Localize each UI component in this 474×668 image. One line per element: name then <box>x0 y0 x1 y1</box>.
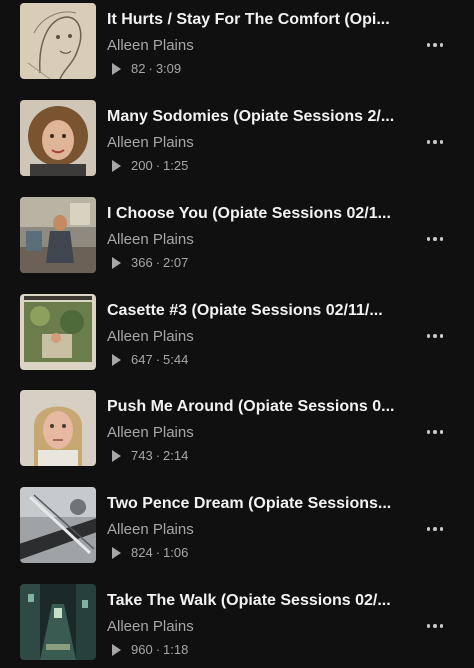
play-count: 824 <box>131 545 153 560</box>
more-icon <box>426 527 431 531</box>
album-art-room[interactable] <box>20 197 96 273</box>
track-stats: 200 · 1:25 <box>112 158 188 173</box>
play-count: 366 <box>131 255 153 270</box>
play-icon <box>112 643 121 656</box>
duration: 2:07 <box>163 255 189 270</box>
more-options-button[interactable] <box>418 324 452 348</box>
album-art-portrait[interactable] <box>20 100 96 176</box>
track-title[interactable]: Take The Walk (Opiate Sessions 02/... <box>107 592 407 610</box>
track-artist[interactable]: Alleen Plains <box>107 521 194 538</box>
album-art-drawing[interactable] <box>20 3 96 79</box>
play-count: 743 <box>131 448 153 463</box>
duration: 2:14 <box>163 448 189 463</box>
track-stats: 743 · 2:14 <box>112 448 188 463</box>
track-row[interactable]: Casette #3 (Opiate Sessions 02/11/... Al… <box>0 294 474 372</box>
separator: · <box>155 255 161 270</box>
separator: · <box>155 352 161 367</box>
album-art-blond-man[interactable] <box>20 390 96 466</box>
duration: 1:18 <box>163 642 189 657</box>
track-row[interactable]: Push Me Around (Opiate Sessions 0... All… <box>0 390 474 468</box>
more-options-button[interactable] <box>418 517 452 541</box>
track-row[interactable]: It Hurts / Stay For The Comfort (Opi... … <box>0 3 474 81</box>
play-count: 82 <box>131 61 146 76</box>
separator: · <box>155 642 161 657</box>
track-stats: 824 · 1:06 <box>112 545 188 560</box>
track-title[interactable]: It Hurts / Stay For The Comfort (Opi... <box>107 11 407 29</box>
more-options-button[interactable] <box>418 227 452 251</box>
album-art-night-alley[interactable] <box>20 584 96 660</box>
more-icon <box>426 430 431 434</box>
play-count: 200 <box>131 158 153 173</box>
track-stats: 366 · 2:07 <box>112 255 188 270</box>
play-icon <box>112 546 121 559</box>
track-artist[interactable]: Alleen Plains <box>107 328 194 345</box>
track-artist[interactable]: Alleen Plains <box>107 134 194 151</box>
track-title[interactable]: I Choose You (Opiate Sessions 02/1... <box>107 205 407 223</box>
more-options-button[interactable] <box>418 130 452 154</box>
duration: 5:44 <box>163 352 189 367</box>
track-row[interactable]: I Choose You (Opiate Sessions 02/1... Al… <box>0 197 474 275</box>
track-row[interactable]: Many Sodomies (Opiate Sessions 2/... All… <box>0 100 474 178</box>
more-icon <box>426 140 431 144</box>
more-options-button[interactable] <box>418 420 452 444</box>
track-artist[interactable]: Alleen Plains <box>107 424 194 441</box>
album-art-greenery[interactable] <box>20 294 96 370</box>
separator: · <box>148 61 153 76</box>
more-options-button[interactable] <box>418 614 452 638</box>
play-icon <box>112 449 121 462</box>
track-title[interactable]: Casette #3 (Opiate Sessions 02/11/... <box>107 302 407 320</box>
more-icon <box>426 43 431 47</box>
play-icon <box>112 353 121 366</box>
album-art-turntable[interactable] <box>20 487 96 563</box>
track-title[interactable]: Push Me Around (Opiate Sessions 0... <box>107 398 407 416</box>
more-icon <box>426 334 431 338</box>
track-stats: 647 · 5:44 <box>112 352 188 367</box>
more-options-button[interactable] <box>418 33 452 57</box>
duration: 1:25 <box>163 158 189 173</box>
play-count: 647 <box>131 352 153 367</box>
separator: · <box>155 448 161 463</box>
track-title[interactable]: Many Sodomies (Opiate Sessions 2/... <box>107 108 407 126</box>
track-row[interactable]: Two Pence Dream (Opiate Sessions... Alle… <box>0 487 474 565</box>
track-stats: 82 · 3:09 <box>112 61 181 76</box>
track-artist[interactable]: Alleen Plains <box>107 37 194 54</box>
track-list: It Hurts / Stay For The Comfort (Opi... … <box>0 0 474 668</box>
track-artist[interactable]: Alleen Plains <box>107 231 194 248</box>
play-count: 960 <box>131 642 153 657</box>
play-icon <box>112 256 121 269</box>
play-icon <box>112 159 121 172</box>
track-title[interactable]: Two Pence Dream (Opiate Sessions... <box>107 495 407 513</box>
track-row[interactable]: Take The Walk (Opiate Sessions 02/... Al… <box>0 584 474 662</box>
more-icon <box>426 624 431 628</box>
play-icon <box>112 62 121 75</box>
separator: · <box>155 545 161 560</box>
separator: · <box>155 158 161 173</box>
duration: 3:09 <box>155 61 182 76</box>
more-icon <box>426 237 431 241</box>
track-artist[interactable]: Alleen Plains <box>107 618 194 635</box>
track-stats: 960 · 1:18 <box>112 642 188 657</box>
duration: 1:06 <box>163 545 189 560</box>
